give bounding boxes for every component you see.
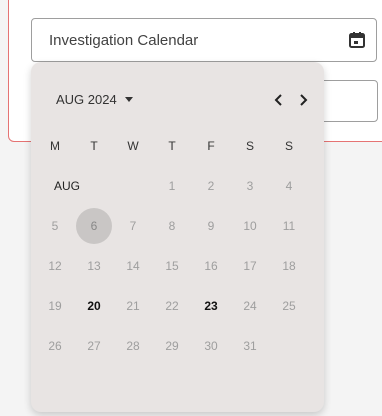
weekday-label: S	[245, 139, 254, 153]
day-cell[interactable]: 13	[76, 248, 112, 284]
day-cell[interactable]: 28	[115, 328, 151, 364]
day-cell[interactable]: 12	[37, 248, 73, 284]
day-cell[interactable]: 25	[271, 288, 307, 324]
day-cell[interactable]: 11	[271, 208, 307, 244]
day-cell[interactable]: 10	[232, 208, 268, 244]
day-cell[interactable]: 17	[232, 248, 268, 284]
previous-month-button[interactable]	[270, 90, 288, 110]
day-cell[interactable]: 29	[154, 328, 190, 364]
day-cell[interactable]: 27	[76, 328, 112, 364]
caret-down-icon	[124, 97, 133, 102]
field-text: Investigation Calendar	[49, 32, 199, 49]
weekday-label: M	[50, 139, 60, 153]
next-month-button[interactable]	[294, 90, 312, 110]
day-cell[interactable]: 1	[154, 168, 190, 204]
calendar-icon[interactable]	[348, 31, 366, 49]
day-cell[interactable]: 4	[271, 168, 307, 204]
day-cell[interactable]: 22	[154, 288, 190, 324]
day-cell[interactable]: 7	[115, 208, 151, 244]
weekday-label: W	[127, 139, 139, 153]
day-cell[interactable]: 24	[232, 288, 268, 324]
day-cell[interactable]: 30	[193, 328, 229, 364]
day-cell[interactable]: 20	[76, 288, 112, 324]
day-cell[interactable]: 31	[232, 328, 268, 364]
day-cell[interactable]: 8	[154, 208, 190, 244]
day-cell-selected[interactable]: 6	[76, 208, 112, 244]
day-cell[interactable]: 3	[232, 168, 268, 204]
day-cell[interactable]: 2	[193, 168, 229, 204]
weekday-label: T	[168, 139, 176, 153]
day-cell[interactable]: 26	[37, 328, 73, 364]
date-picker-popup: AUG 2024 MTWTFSS AUG 1 2 3 4 5 6 7 8 9 10 11 12 13 14…	[31, 62, 324, 412]
weekday-label: T	[90, 139, 98, 153]
day-cell[interactable]: 21	[115, 288, 151, 324]
month-year-selector[interactable]: AUG 2024	[56, 92, 133, 107]
investigation-calendar-field[interactable]: Investigation Calendar	[31, 18, 377, 62]
day-cell[interactable]: 19	[37, 288, 73, 324]
chevron-right-icon	[300, 94, 308, 106]
day-cell[interactable]: 9	[193, 208, 229, 244]
day-cell[interactable]: 23	[193, 288, 229, 324]
day-cell[interactable]: 16	[193, 248, 229, 284]
day-cell[interactable]: 15	[154, 248, 190, 284]
month-year-label: AUG 2024	[56, 92, 117, 107]
weekday-label: F	[207, 139, 215, 153]
month-short-label: AUG	[54, 179, 81, 193]
day-cell[interactable]: 14	[115, 248, 151, 284]
day-cell[interactable]: 18	[271, 248, 307, 284]
weekday-label: S	[284, 139, 293, 153]
day-cell[interactable]: 5	[37, 208, 73, 244]
chevron-left-icon	[274, 94, 282, 106]
